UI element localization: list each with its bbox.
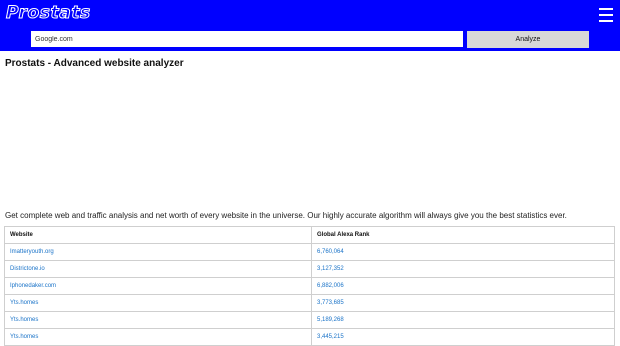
website-link[interactable]: Districtone.io — [4, 260, 312, 278]
rank-value: 6,882,006 — [311, 277, 615, 295]
rank-value: 3,127,352 — [311, 260, 615, 278]
menu-line — [599, 8, 613, 10]
table-row: Iphonedaker.com 6,882,006 — [4, 277, 615, 295]
website-link[interactable]: Iphonedaker.com — [4, 277, 312, 295]
logo[interactable]: Prostats — [6, 3, 91, 24]
rank-value: 3,773,685 — [311, 294, 615, 312]
table-row: Yts.homes 3,773,685 — [4, 294, 615, 312]
top-bar: Prostats Analyze — [0, 0, 620, 51]
website-link[interactable]: Yts.homes — [4, 294, 312, 312]
rank-value: 5,189,268 — [311, 311, 615, 329]
table-row: Yts.homes 5,189,268 — [4, 311, 615, 329]
search-input[interactable] — [31, 31, 463, 47]
website-link[interactable]: Yts.homes — [4, 311, 312, 329]
menu-line — [599, 14, 613, 16]
description-text: Get complete web and traffic analysis an… — [5, 211, 567, 220]
websites-table: Website Global Alexa Rank Imatteryouth.o… — [4, 226, 615, 346]
menu-line — [599, 20, 613, 22]
website-link[interactable]: Imatteryouth.org — [4, 243, 312, 261]
table-header-row: Website Global Alexa Rank — [4, 226, 615, 244]
table-row: Districtone.io 3,127,352 — [4, 260, 615, 278]
analyze-button[interactable]: Analyze — [467, 31, 589, 48]
page-title: Prostats - Advanced website analyzer — [5, 58, 184, 69]
rank-value: 6,760,064 — [311, 243, 615, 261]
table-row: Imatteryouth.org 6,760,064 — [4, 243, 615, 261]
hamburger-menu-icon[interactable] — [599, 8, 613, 22]
column-header-website: Website — [4, 226, 312, 244]
column-header-rank: Global Alexa Rank — [311, 226, 615, 244]
